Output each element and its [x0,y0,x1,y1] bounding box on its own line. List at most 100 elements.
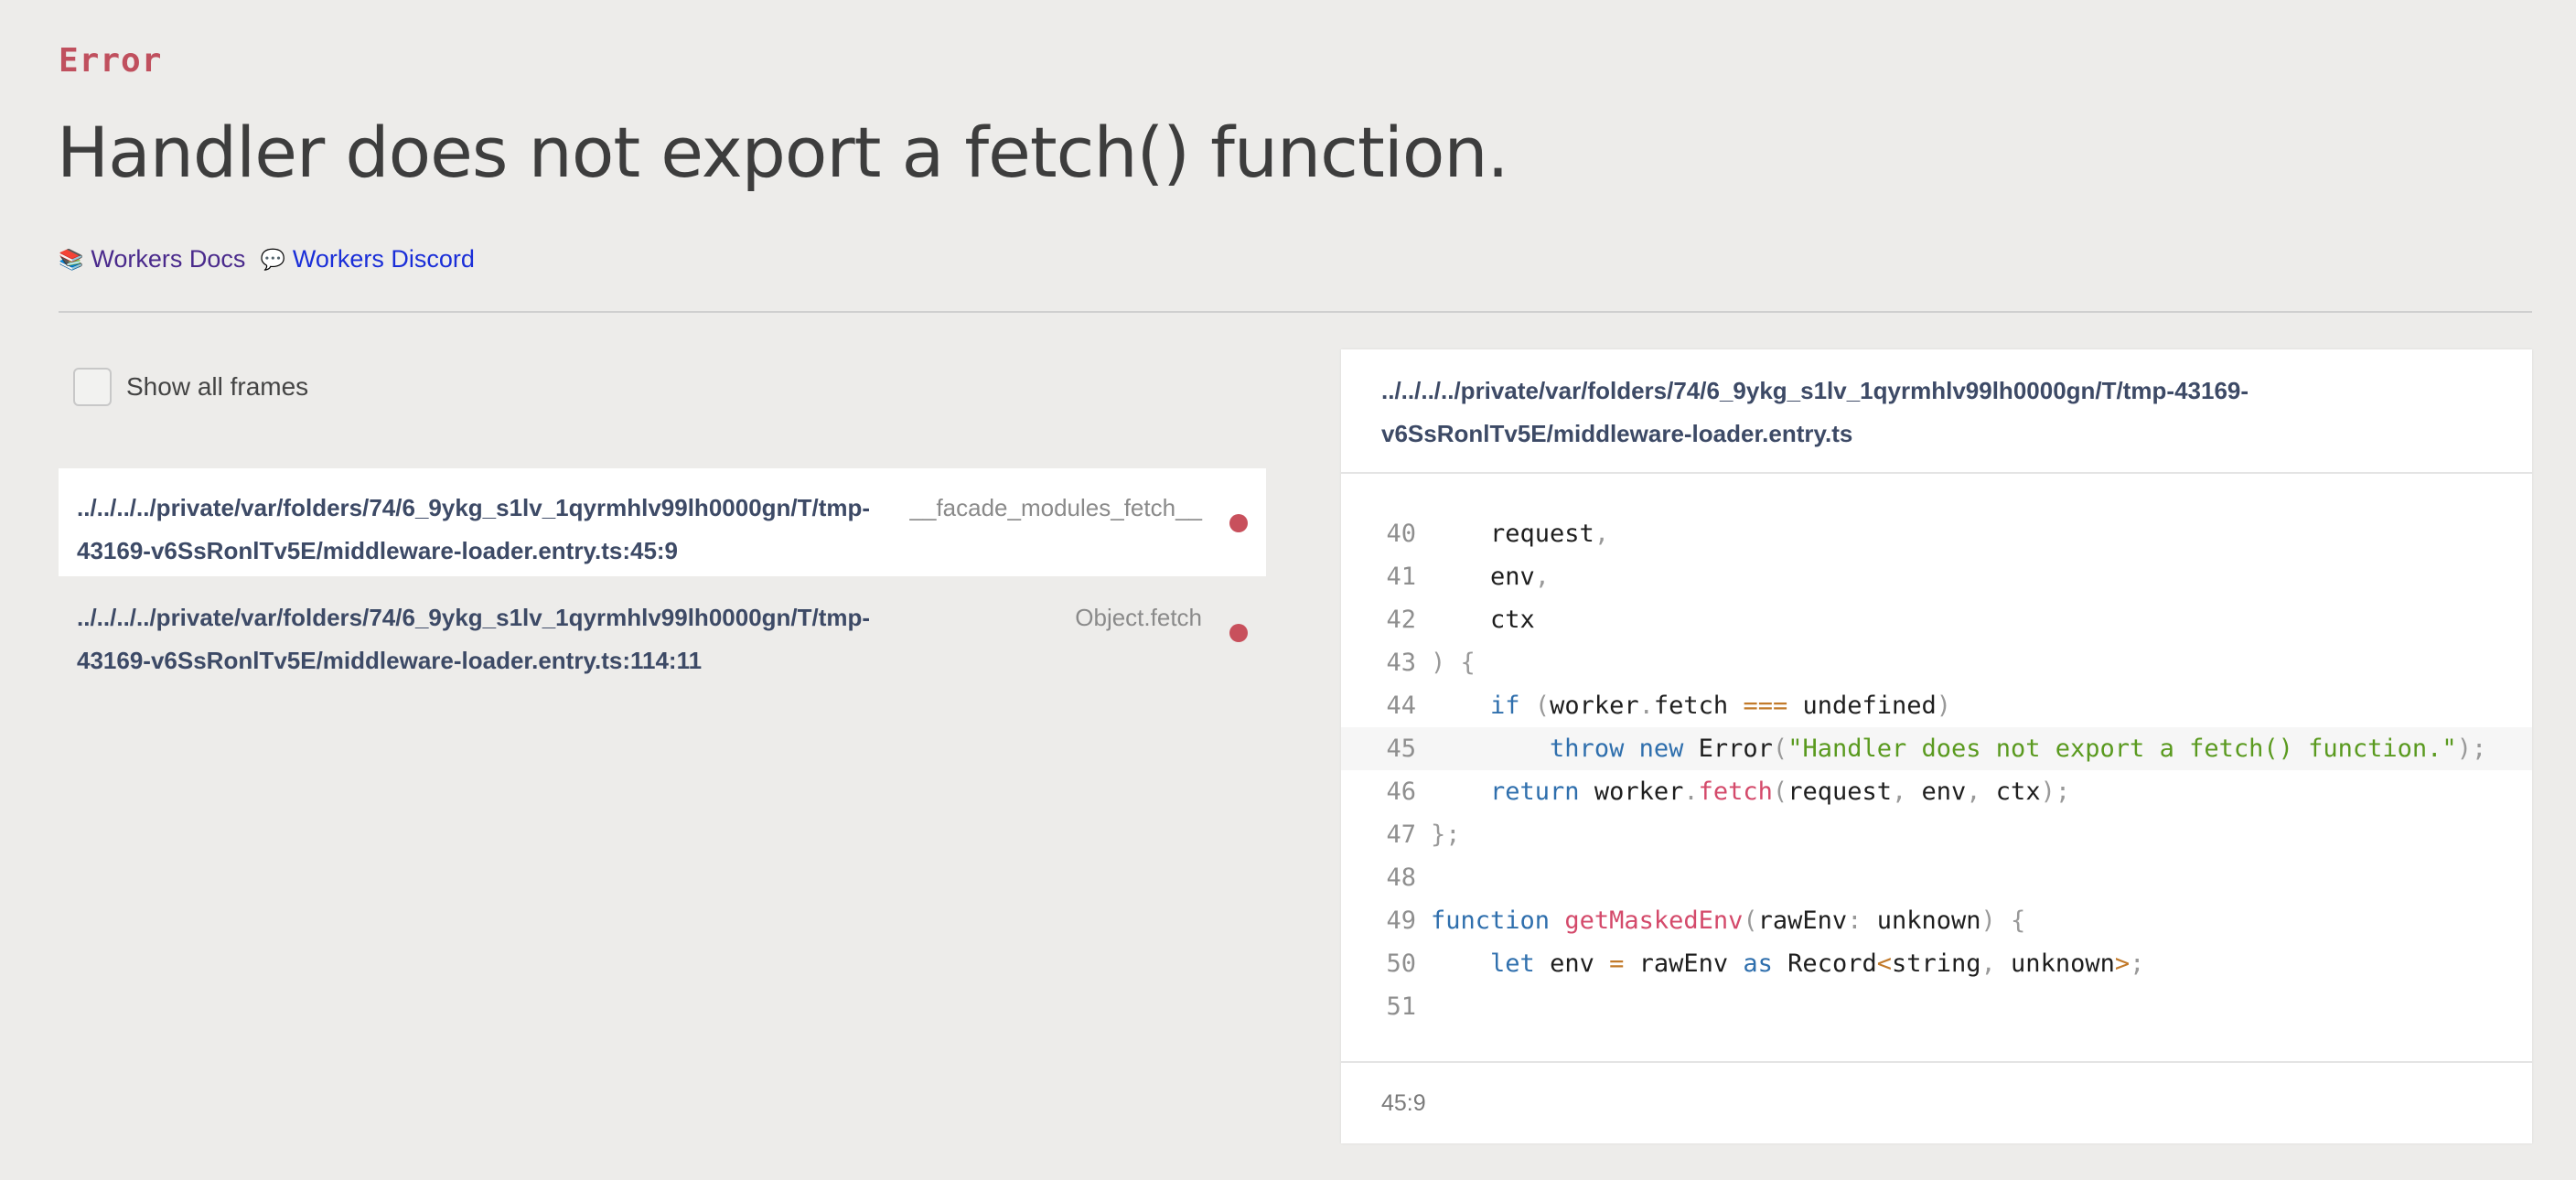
stack-frame-function: __facade_modules_fetch__ [909,494,1202,521]
line-number: 42 [1386,606,1416,634]
code-token: = [1609,949,1625,978]
code-token: env [1906,778,1967,806]
stack-frame-location: ../../../../private/var/folders/74/6_9yk… [77,494,871,564]
show-all-frames-checkbox[interactable] [73,368,112,406]
code-line: 43) { [1341,641,2532,684]
show-all-frames-label: Show all frames [126,372,309,401]
code-preview-panel: ../../../../private/var/folders/74/6_9yk… [1341,349,2532,1143]
code-token: unknown [1862,906,1981,935]
workers-discord-link[interactable]: Workers Discord [293,245,475,274]
code-token: fetch [1653,692,1744,720]
workers-docs-link[interactable]: Workers Docs [91,245,245,274]
line-source: ) { [1431,641,1476,684]
code-token: let [1490,949,1535,978]
line-source: if (worker.fetch === undefined) [1431,684,1951,727]
error-label: Error [59,42,163,80]
code-token: ( [1772,735,1788,763]
help-links: 📚 Workers Docs 💬 Workers Discord [59,245,475,274]
line-source: }; [1431,813,1461,856]
code-token: === [1743,692,1788,720]
code-token: ( [1743,906,1758,935]
code-token: unknown [1995,949,2115,978]
line-number: 47 [1386,821,1416,849]
line-number: 50 [1386,949,1416,978]
line-number: 51 [1386,992,1416,1021]
code-token: ctx [1431,606,1535,634]
code-token: undefined [1787,692,1937,720]
app-frame-dot-icon [1229,624,1248,642]
line-number: 46 [1386,778,1416,806]
code-token: request [1431,520,1594,548]
code-line: 42 ctx [1341,598,2532,641]
code-token: fetch [1698,778,1773,806]
code-token: ) [1936,692,1952,720]
code-position: 45:9 [1341,1061,2532,1143]
code-block: 40 request, 41 env, 42 ctx 43) {44 if (work… [1341,512,2532,1028]
code-token: worker [1579,778,1684,806]
code-line: 48 [1341,856,2532,899]
code-token: return [1490,778,1580,806]
code-token: > [2114,949,2131,978]
stack-frame-location: ../../../../private/var/folders/74/6_9yk… [77,604,871,674]
code-token: Error [1683,735,1773,763]
code-token: getMaskedEnv [1564,906,1744,935]
code-line: 51 [1341,985,2532,1028]
error-title: Handler does not export a fetch() functi… [57,112,1509,193]
code-token: if [1490,692,1520,720]
error-page: Error Handler does not export a fetch() … [0,0,2576,1180]
code-token: < [1876,949,1892,978]
line-source: request, [1431,512,1609,555]
code-token: ); [2456,735,2487,763]
header-divider [59,311,2532,313]
code-line: 40 request, [1341,512,2532,555]
code-token: , [1594,520,1610,548]
code-token: ) { [1431,649,1476,677]
code-token: ; [2130,949,2145,978]
code-line: 46 return worker.fetch(request, env, ctx… [1341,770,2532,813]
code-token: , [1980,949,1996,978]
code-token: rawEnv [1757,906,1848,935]
code-token: throw [1550,735,1625,763]
code-token: , [1534,563,1551,591]
line-number: 48 [1386,864,1416,892]
code-token: }; [1431,821,1461,849]
speech-bubble-emoji-icon: 💬 [260,247,285,271]
code-token: : [1847,906,1862,935]
code-line: 44 if (worker.fetch === undefined) [1341,684,2532,727]
code-token: ( [1772,778,1788,806]
code-line: 47}; [1341,813,2532,856]
code-line: 50 let env = rawEnv as Record<string, un… [1341,942,2532,985]
line-source: return worker.fetch(request, env, ctx); [1431,770,2070,813]
code-token: request [1787,778,1892,806]
code-line: 49 function getMaskedEnv(rawEnv: unknown)… [1341,899,2532,942]
code-token: ( [1534,692,1551,720]
code-token: string [1891,949,1981,978]
code-line: 41 env, [1341,555,2532,598]
code-token: function [1431,906,1551,935]
app-frame-dot-icon [1229,514,1248,532]
code-token: , [1891,778,1907,806]
stack-frame[interactable]: ../../../../private/var/folders/74/6_9yk… [59,578,1266,686]
stack-frame[interactable]: ../../../../private/var/folders/74/6_9yk… [59,468,1266,576]
line-number: 44 [1386,692,1416,720]
code-line: 45 throw new Error("Handler does not exp… [1341,727,2532,770]
code-file-path: ../../../../private/var/folders/74/6_9yk… [1341,349,2532,474]
code-token: . [1638,692,1654,720]
code-token: Record [1772,949,1877,978]
line-number: 45 [1386,735,1416,763]
line-source: function getMaskedEnv(rawEnv: unknown) { [1431,899,2025,942]
line-number: 49 [1386,906,1416,935]
code-token: new [1638,735,1684,763]
show-all-frames-toggle[interactable]: Show all frames [73,368,308,406]
stack-frame-function: Object.fetch [1075,604,1202,631]
line-number: 40 [1386,520,1416,548]
code-token: ) { [1980,906,2026,935]
code-token: worker [1550,692,1639,720]
code-token: ctx [1980,778,2041,806]
